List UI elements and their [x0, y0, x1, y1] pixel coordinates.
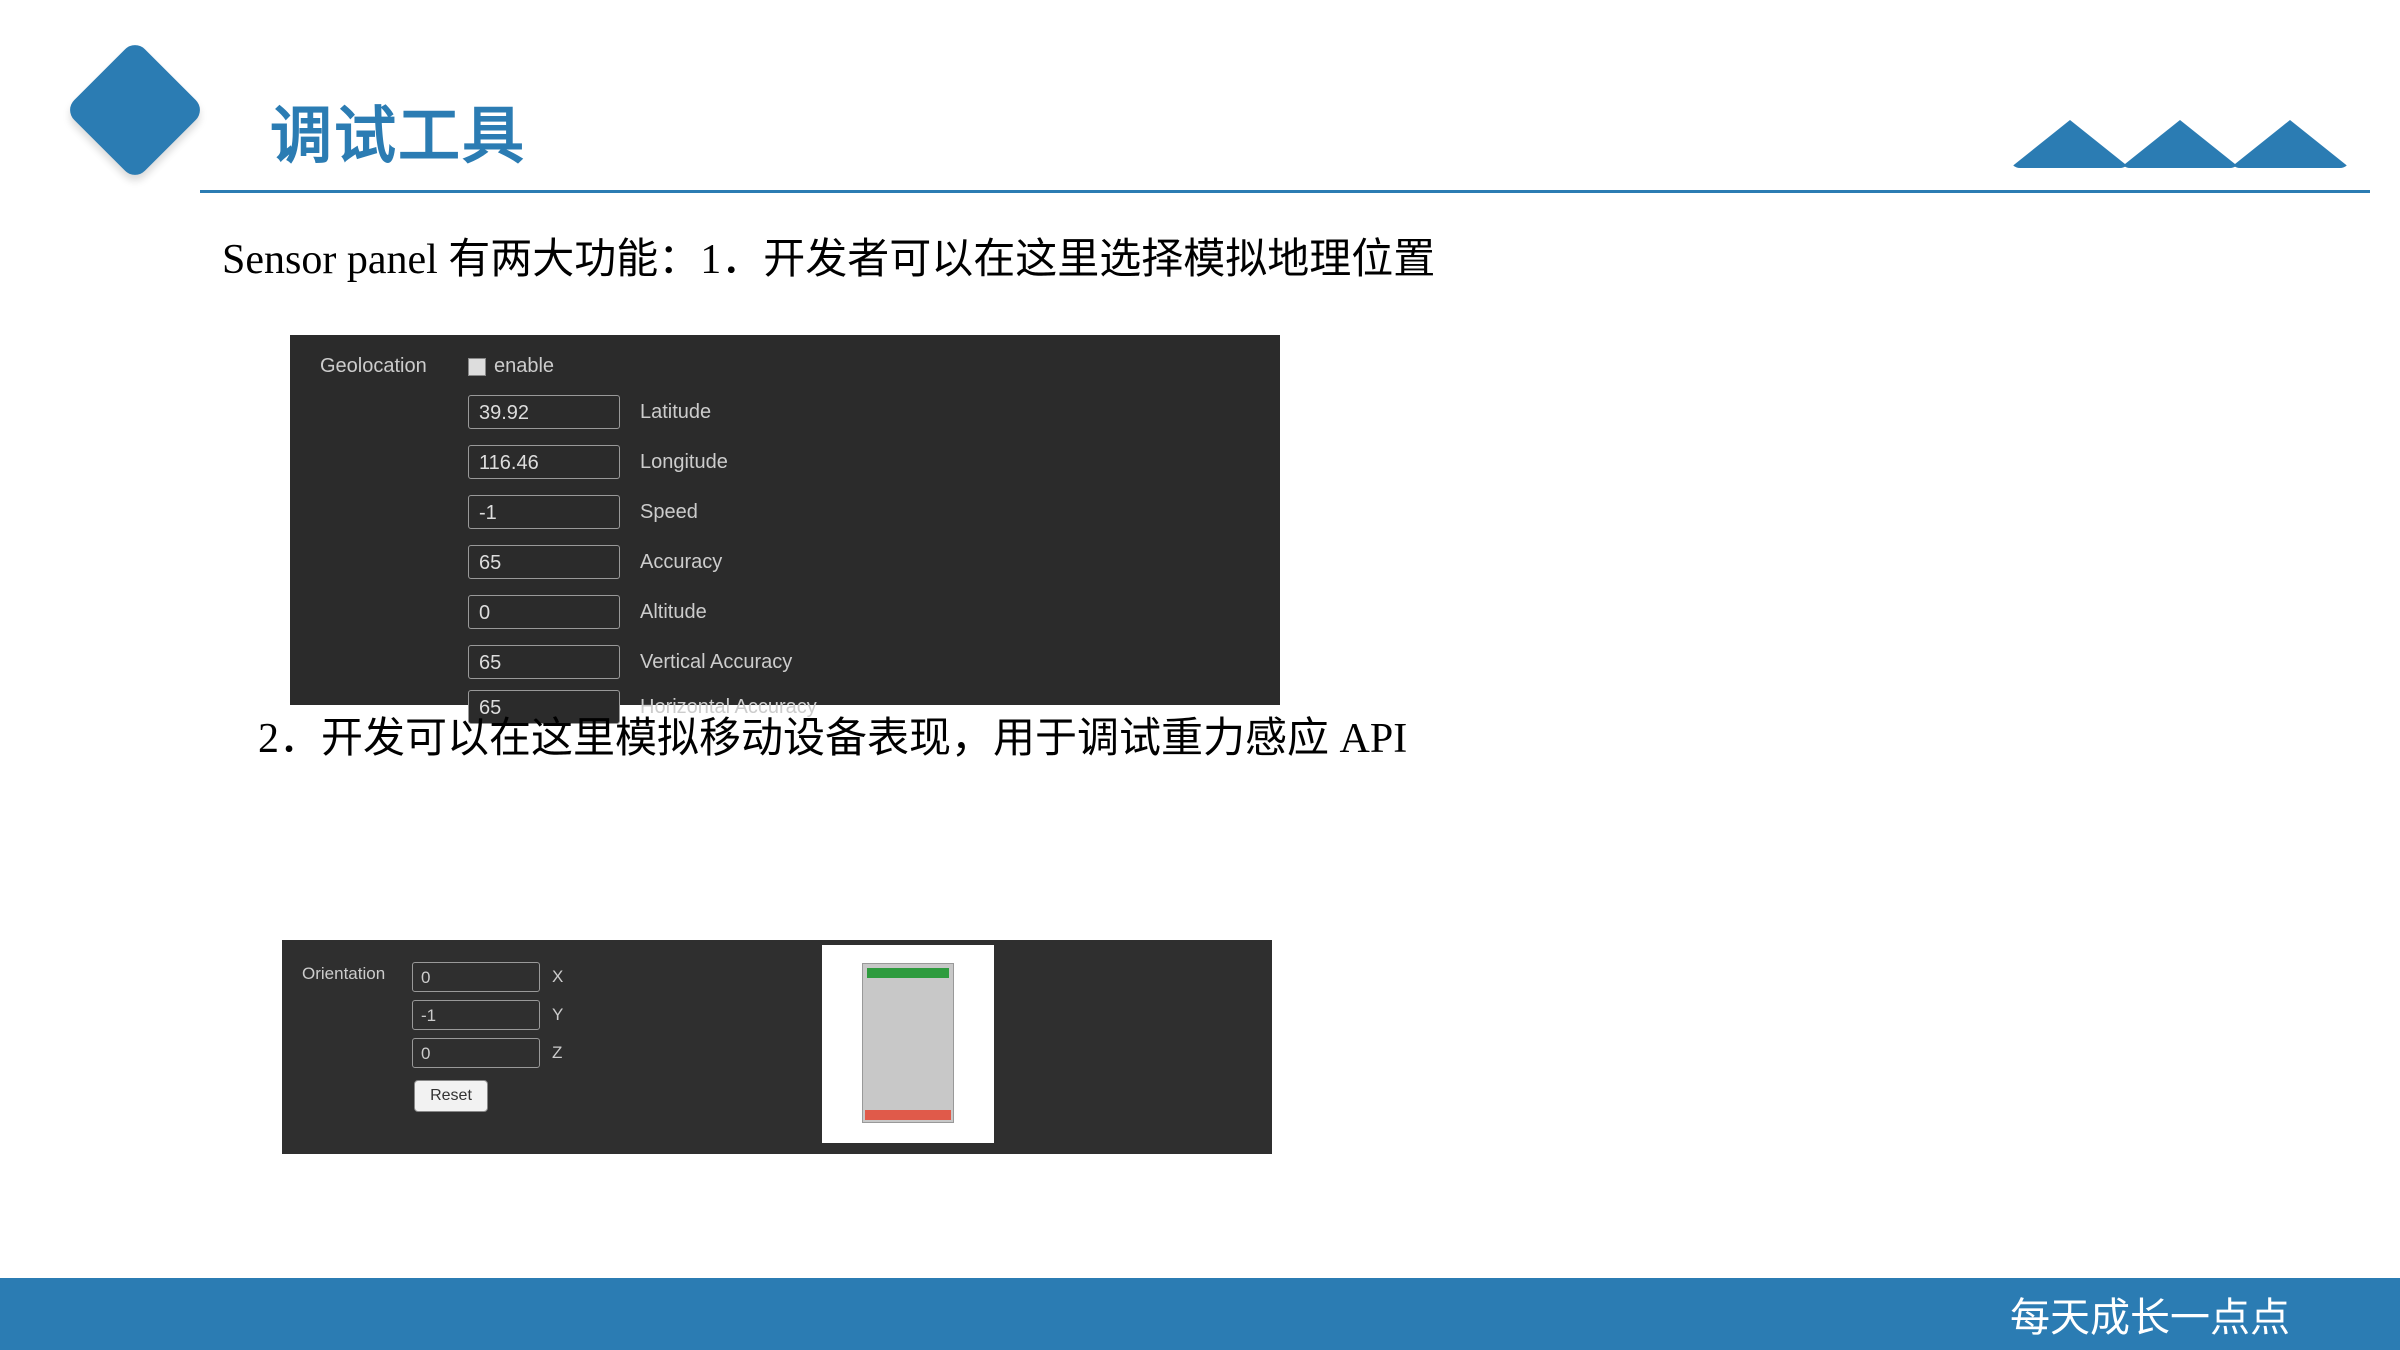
footer-text: 每天成长一点点	[2010, 1285, 2290, 1343]
footer-bar: 每天成长一点点	[0, 1278, 2400, 1350]
geolocation-section-label: Geolocation	[320, 355, 427, 378]
geolocation-enable-label: enable	[494, 355, 554, 378]
vertical-accuracy-input[interactable]: 65	[468, 645, 620, 679]
device-body	[862, 963, 954, 1123]
latitude-input[interactable]: 39.92	[468, 395, 620, 429]
device-bottom-bar	[865, 1110, 951, 1120]
geolocation-panel: Geolocation enable 39.92 Latitude 116.46…	[290, 335, 1280, 705]
orientation-z-input[interactable]: 0	[412, 1038, 540, 1068]
speed-label: Speed	[640, 501, 698, 524]
header-divider	[200, 190, 2370, 193]
altitude-input[interactable]: 0	[468, 595, 620, 629]
speed-input[interactable]: -1	[468, 495, 620, 529]
longitude-label: Longitude	[640, 451, 728, 474]
header-wave-decor	[2010, 120, 2350, 190]
orientation-section-label: Orientation	[302, 964, 385, 984]
reset-button[interactable]: Reset	[414, 1080, 488, 1112]
intro-text-1: Sensor panel 有两大功能：1．开发者可以在这里选择模拟地理位置	[222, 225, 1435, 286]
geolocation-enable-checkbox[interactable]	[468, 358, 486, 376]
longitude-input[interactable]: 116.46	[468, 445, 620, 479]
accuracy-input[interactable]: 65	[468, 545, 620, 579]
orientation-panel: Orientation 0 X -1 Y 0 Z Reset	[282, 940, 1272, 1154]
device-top-bar	[867, 968, 949, 978]
orientation-x-label: X	[552, 967, 563, 987]
altitude-label: Altitude	[640, 601, 707, 624]
accuracy-label: Accuracy	[640, 551, 722, 574]
header-diamond-icon	[64, 39, 205, 180]
orientation-y-label: Y	[552, 1005, 563, 1025]
page-title: 调试工具	[270, 85, 526, 175]
orientation-y-input[interactable]: -1	[412, 1000, 540, 1030]
orientation-x-input[interactable]: 0	[412, 962, 540, 992]
intro-text-2: 2．开发可以在这里模拟移动设备表现，用于调试重力感应 API	[258, 704, 1407, 765]
device-preview	[822, 945, 994, 1143]
vertical-accuracy-label: Vertical Accuracy	[640, 651, 792, 674]
latitude-label: Latitude	[640, 401, 711, 424]
orientation-z-label: Z	[552, 1043, 562, 1063]
